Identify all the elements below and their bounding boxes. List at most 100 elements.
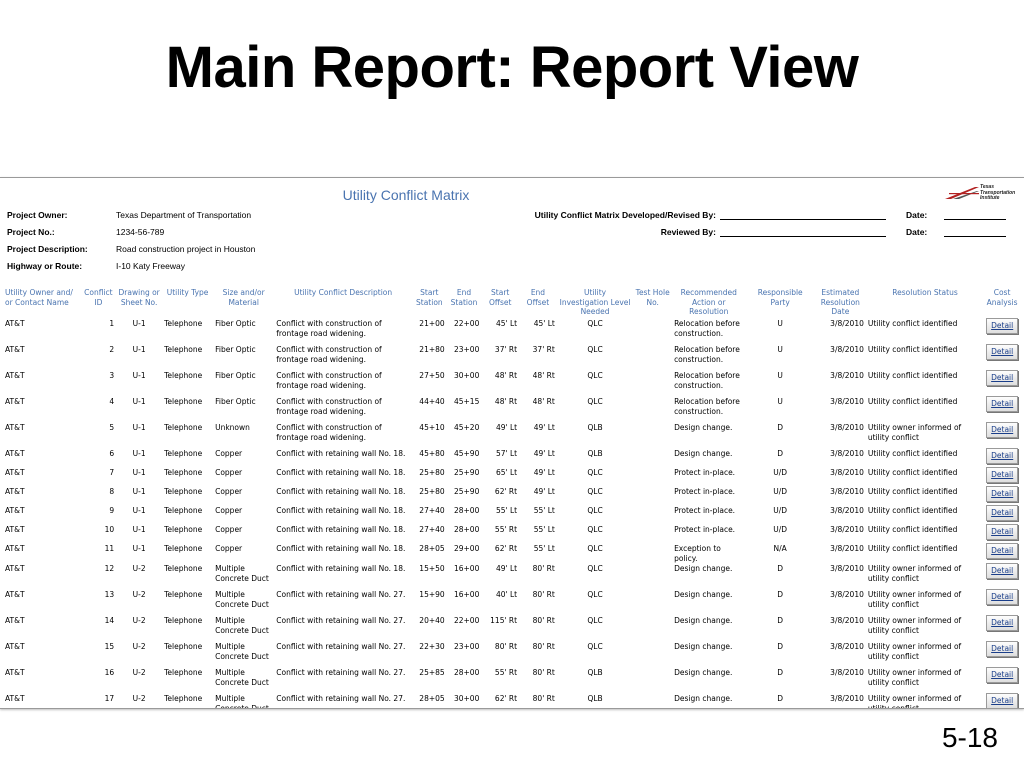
resolution-status-cell: Utility conflict identified [867,397,958,406]
utility-type-cell: Telephone [164,525,203,534]
conflict-id-cell: 15 [104,642,115,651]
detail-button[interactable]: Detail [986,615,1019,631]
resolution-status-cell: Utility conflict identified [867,449,958,458]
recommended-action-cell: Relocation before construction. [674,345,740,364]
utility-type-cell: Telephone [164,642,203,651]
responsible-party-cell: D [777,616,784,625]
column-header: Cost Analysis [986,288,1018,307]
logo-text: Texas Transportation Institute [980,184,1016,201]
detail-button[interactable]: Detail [986,524,1019,540]
end-station-cell: 28+00 [453,668,480,677]
resolution-date-cell: 3/8/2010 [830,468,864,477]
conflict-id-cell: 7 [109,468,115,477]
detail-button[interactable]: Detail [986,422,1019,438]
column-header: Start Offset [488,288,512,307]
start-station-cell: 28+05 [419,694,445,703]
resolution-date-cell: 3/8/2010 [830,506,864,515]
start-offset-cell: 48' Rt [494,397,518,406]
investigation-level-cell: QLC [587,616,603,625]
start-station-cell: 27+50 [419,371,445,380]
detail-button[interactable]: Detail [986,396,1019,412]
table-row: AT&T 8 U-1 Telephone Copper Conflict with ret… [3,486,1020,505]
date-label-1: Date: [906,210,928,220]
detail-button[interactable]: Detail [986,641,1019,657]
test-hole-cell [633,563,672,589]
detail-button[interactable]: Detail [986,693,1019,708]
detail-button[interactable]: Detail [986,563,1019,579]
responsible-party-cell: U/D [773,525,788,534]
detail-button[interactable]: Detail [986,370,1019,386]
detail-button[interactable]: Detail [986,486,1019,502]
column-header: Utility Type [166,288,209,297]
column-header: Utility Owner and/ or Contact Name [5,288,73,307]
start-station-cell: 28+05 [419,544,445,553]
end-station-cell: 28+00 [453,506,480,515]
cost-analysis-cell: Detail [984,505,1020,524]
test-hole-cell [633,543,672,563]
end-station-cell: 22+00 [453,616,480,625]
end-offset-cell: 49' Lt [533,449,555,458]
resolution-status-cell: Utility owner informed of utility confli… [867,616,962,635]
utility-type-cell: Telephone [164,694,203,703]
drawing-cell: U-2 [132,668,146,677]
detail-button[interactable]: Detail [986,467,1019,483]
utility-type-cell: Telephone [164,468,203,477]
test-hole-cell [633,524,672,543]
responsible-party-cell: U [777,397,783,406]
material-cell: Multiple Concrete Duct [215,616,269,635]
drawing-cell: U-1 [132,506,146,515]
detail-button[interactable]: Detail [986,448,1019,464]
end-station-cell: 45+90 [453,449,480,458]
resolution-status-cell: Utility owner informed of utility confli… [867,694,962,709]
investigation-level-cell: QLC [587,642,603,651]
table-row: AT&T 11 U-1 Telephone Copper Conflict with re… [3,543,1020,563]
recommended-action-cell: Design change. [674,694,733,703]
responsible-party-cell: U/D [773,487,788,496]
material-cell: Multiple Concrete Duct [215,694,269,709]
detail-button[interactable]: Detail [986,318,1019,334]
start-offset-cell: 55' Rt [494,525,518,534]
column-header: Utility Conflict Description [294,288,393,297]
detail-button[interactable]: Detail [986,543,1019,559]
start-offset-cell: 55' Rt [494,668,518,677]
start-station-cell: 15+90 [419,590,445,599]
owner-cell: AT&T [5,449,25,458]
test-hole-cell [633,615,672,641]
start-offset-cell: 65' Lt [495,468,518,477]
detail-button[interactable]: Detail [986,667,1019,683]
detail-button[interactable]: Detail [986,589,1019,605]
resolution-date-cell: 3/8/2010 [830,449,864,458]
resolution-date-cell: 3/8/2010 [830,616,864,625]
start-offset-cell: 62' Rt [494,694,518,703]
resolution-status-cell: Utility owner informed of utility confli… [867,564,962,583]
drawing-cell: U-1 [132,449,146,458]
resolution-status-cell: Utility conflict identified [867,506,958,515]
material-cell: Copper [215,506,243,515]
detail-button[interactable]: Detail [986,505,1019,521]
responsible-party-cell: U [777,319,783,328]
drawing-cell: U-1 [132,371,146,380]
description-cell: Conflict with retaining wall No. 18. [276,544,406,553]
end-offset-cell: 80' Rt [532,590,555,599]
detail-button[interactable]: Detail [986,344,1019,360]
material-cell: Fiber Optic [215,397,256,406]
end-offset-cell: 48' Rt [532,397,555,406]
highway-route-label: Highway or Route: [7,261,83,271]
start-offset-cell: 37' Rt [494,345,518,354]
start-station-cell: 22+30 [419,642,445,651]
table-row: AT&T 1 U-1 Telephone Fiber Optic Conflict wit… [3,318,1020,344]
cost-analysis-cell: Detail [984,543,1020,563]
utility-type-cell: Telephone [164,423,203,432]
start-offset-cell: 57' Lt [495,449,518,458]
end-station-cell: 25+90 [453,487,480,496]
table-row: AT&T 10 U-1 Telephone Copper Conflict with re… [3,524,1020,543]
report-view: Utility Conflict Matrix Texas Transporta… [0,177,1024,709]
cost-analysis-cell: Detail [984,448,1020,467]
drawing-cell: U-1 [132,525,146,534]
owner-cell: AT&T [5,642,25,651]
conflict-id-cell: 14 [104,616,115,625]
cost-analysis-cell: Detail [984,422,1020,448]
conflict-matrix-table: Utility Owner and/ or Contact Name Confl… [3,288,1020,709]
resolution-status-cell: Utility owner informed of utility confli… [867,423,962,442]
drawing-cell: U-1 [132,468,146,477]
